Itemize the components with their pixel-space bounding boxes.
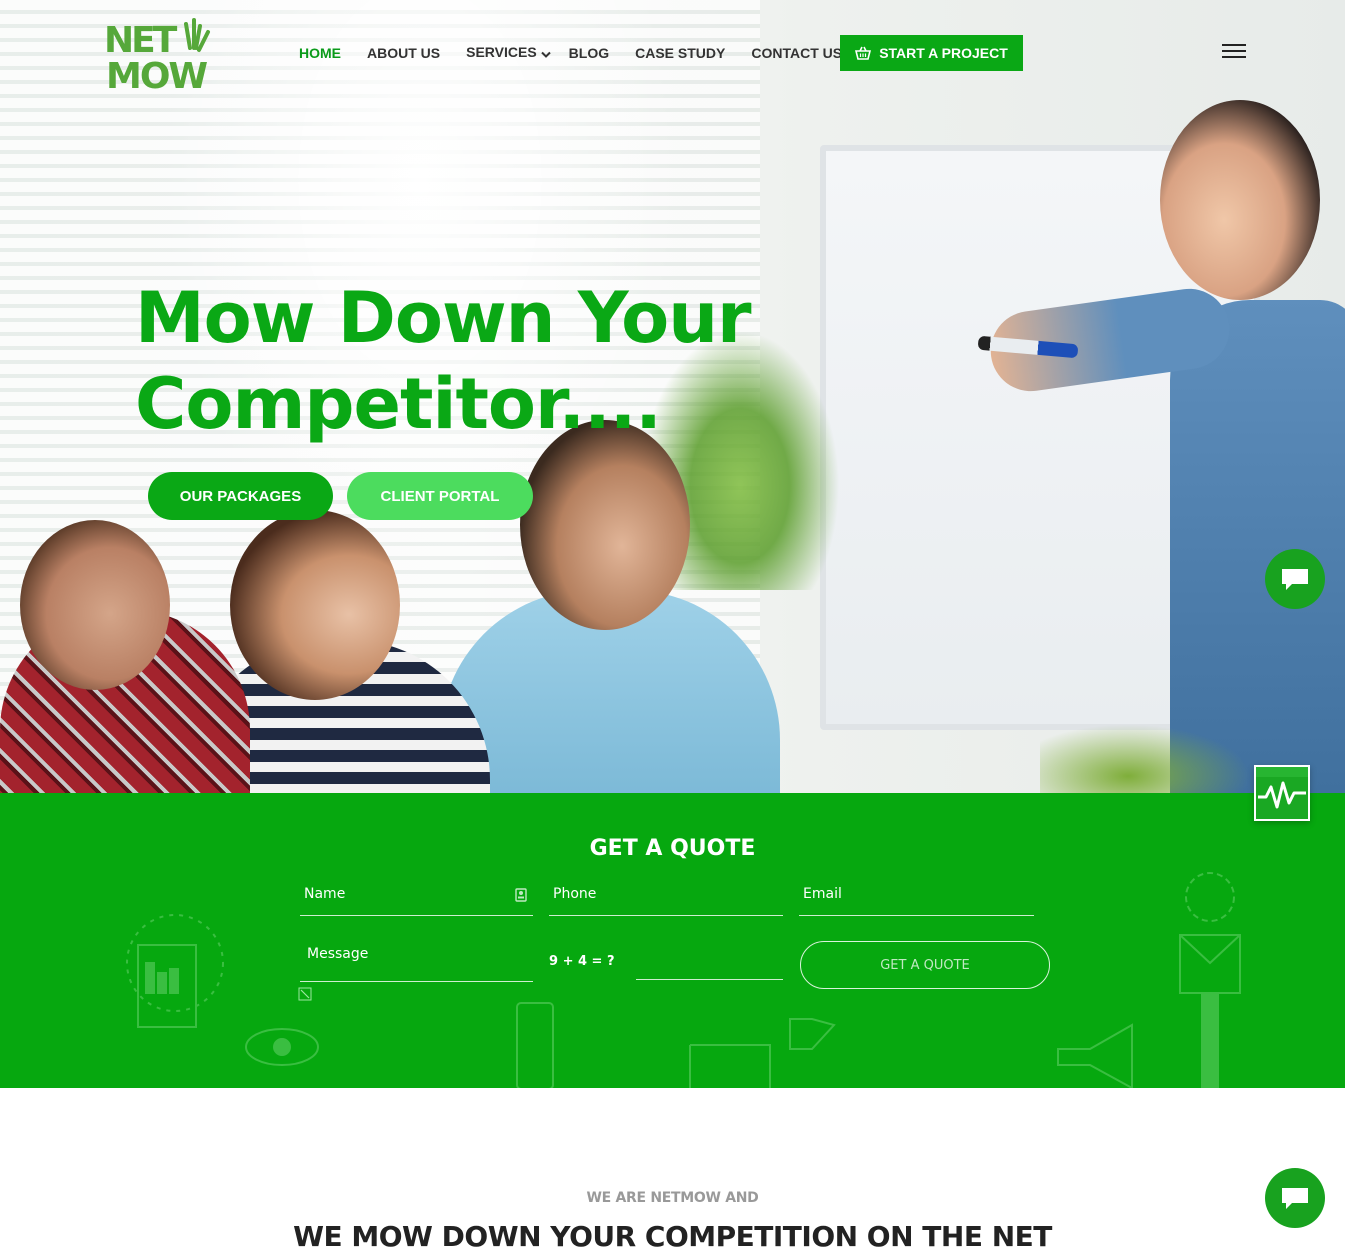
nav-blog[interactable]: BLOG — [569, 45, 609, 61]
start-project-label: START A PROJECT — [879, 45, 1008, 61]
message-field[interactable] — [300, 944, 533, 982]
desk-plants — [1040, 720, 1260, 793]
email-input[interactable] — [799, 884, 1034, 904]
hero-title-line2: Competitor.... — [135, 363, 662, 445]
netmow-logo[interactable]: NET MOW — [104, 18, 216, 97]
about-kicker: WE ARE NETMOW AND — [586, 1190, 759, 1206]
chat-icon[interactable] — [1265, 1168, 1325, 1228]
about-title: WE MOW DOWN YOUR COMPETITION ON THE NET — [293, 1220, 1052, 1253]
chat-icon[interactable] — [1265, 549, 1325, 609]
our-packages-button[interactable]: OUR PACKAGES — [148, 472, 333, 520]
message-input[interactable] — [300, 944, 533, 964]
presenter-head — [1160, 100, 1320, 300]
attendee-3-head — [520, 420, 690, 630]
attendee-1-head — [20, 520, 170, 690]
start-project-button[interactable]: START A PROJECT — [840, 35, 1023, 71]
basket-icon — [855, 46, 872, 60]
hamburger-icon[interactable] — [1222, 44, 1246, 60]
logo-text-bottom: MOW — [106, 56, 207, 90]
nav-case-study[interactable]: CASE STUDY — [635, 45, 725, 61]
nav-services[interactable]: SERVICES — [466, 44, 551, 61]
nav-home[interactable]: HOME — [299, 45, 341, 61]
get-quote-button[interactable]: GET A QUOTE — [800, 941, 1050, 989]
nav-contact-us[interactable]: CONTACT US — [751, 45, 842, 61]
email-field[interactable] — [799, 884, 1034, 916]
name-input[interactable] — [300, 884, 533, 904]
logo-text-top: NET — [104, 20, 178, 61]
quote-title: GET A QUOTE — [589, 836, 756, 861]
captcha-field[interactable] — [636, 950, 783, 980]
hero-title: Mow Down Your Competitor.... — [135, 275, 775, 447]
id-card-icon — [515, 888, 527, 906]
pulse-icon[interactable] — [1254, 765, 1310, 821]
nav-services-label: SERVICES — [466, 44, 537, 61]
captcha-question: 9 + 4 = ? — [549, 954, 615, 969]
attendee-2-head — [230, 510, 400, 700]
main-nav: HOME ABOUT US SERVICES BLOG CASE STUDY C… — [299, 44, 868, 62]
chevron-down-icon — [540, 46, 551, 62]
phone-input[interactable] — [549, 884, 783, 904]
resize-handle-icon[interactable] — [298, 987, 312, 1006]
nav-about-us[interactable]: ABOUT US — [367, 45, 440, 61]
name-field[interactable] — [300, 884, 533, 916]
hero-title-line1: Mow Down Your — [135, 277, 752, 359]
captcha-input[interactable] — [636, 950, 783, 970]
phone-field[interactable] — [549, 884, 783, 916]
client-portal-button[interactable]: CLIENT PORTAL — [347, 472, 533, 520]
